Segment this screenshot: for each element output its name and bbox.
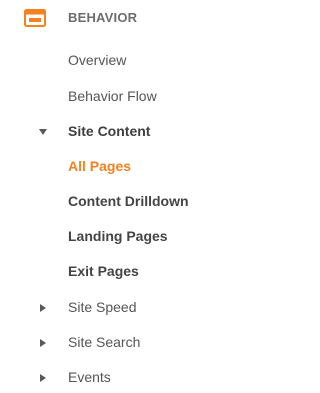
behavior-nav: BEHAVIOR Overview Behavior Flow Site Con… xyxy=(0,0,277,393)
nav-group-site-search[interactable]: Site Search xyxy=(0,327,277,357)
section-title: BEHAVIOR xyxy=(68,10,138,25)
nav-item-label: Overview xyxy=(68,52,127,68)
nav-group-events[interactable]: Events xyxy=(0,362,277,392)
nav-item-label: Exit Pages xyxy=(68,263,139,279)
nav-group-site-content[interactable]: Site Content xyxy=(0,116,277,146)
nav-item-label: Behavior Flow xyxy=(68,88,157,104)
caret-right-icon xyxy=(40,304,46,312)
nav-item-landing-pages[interactable]: Landing Pages xyxy=(0,221,277,251)
nav-item-content-drilldown[interactable]: Content Drilldown xyxy=(0,186,277,216)
nav-item-label: Landing Pages xyxy=(68,228,168,244)
nav-item-label: All Pages xyxy=(68,158,132,174)
caret-right-icon xyxy=(40,374,46,382)
nav-item-overview[interactable]: Overview xyxy=(0,45,277,75)
nav-group-label: Events xyxy=(68,369,111,385)
nav-group-label: Site Speed xyxy=(68,299,137,315)
nav-item-label: Content Drilldown xyxy=(68,193,189,209)
nav-item-exit-pages[interactable]: Exit Pages xyxy=(0,256,277,286)
nav-item-all-pages[interactable]: All Pages xyxy=(0,151,277,181)
nav-group-site-speed[interactable]: Site Speed xyxy=(0,292,277,322)
caret-right-icon xyxy=(40,339,46,347)
nav-group-label: Site Content xyxy=(68,123,151,139)
behavior-window-icon xyxy=(24,9,46,27)
section-header-behavior[interactable]: BEHAVIOR xyxy=(0,0,277,36)
caret-down-icon xyxy=(39,129,47,135)
nav-item-behavior-flow[interactable]: Behavior Flow xyxy=(0,81,277,111)
nav-group-label: Site Search xyxy=(68,334,141,350)
